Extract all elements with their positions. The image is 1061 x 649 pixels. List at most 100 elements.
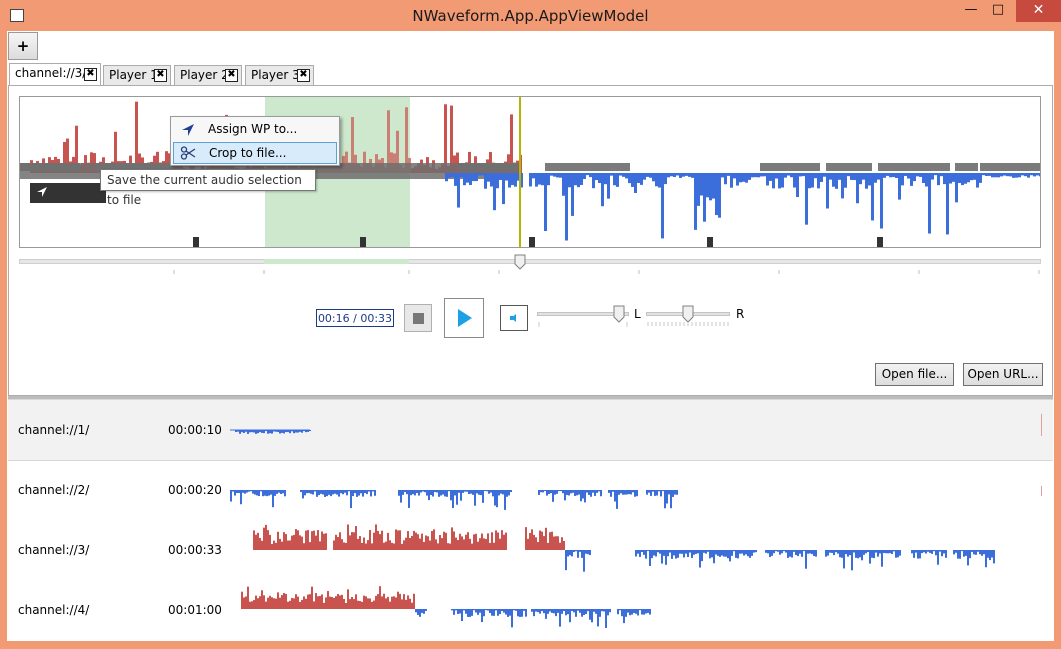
mini-wave-bar [893,550,895,552]
mini-wave-bar [443,531,445,550]
waveform-bar [469,173,472,185]
channel-name[interactable]: channel://4/ [18,603,89,617]
waveform-bar [775,173,778,179]
waveform-bar [970,173,973,181]
mini-wave-bar [237,430,239,432]
add-button[interactable]: + [8,32,38,60]
mini-wave-bar [301,599,303,609]
mini-wave-bar [636,490,638,497]
play-button[interactable] [444,298,484,338]
mini-wave-bar [480,490,482,496]
mini-wave-bar [310,490,312,494]
waveform-bar [898,173,901,200]
mini-wave-bar [923,550,925,553]
waveform-bar [463,173,466,186]
mini-wave-bar [911,550,913,554]
mini-wave-bar [588,490,590,495]
mini-wave-bar [395,597,397,609]
mini-wave-bar [419,609,421,617]
tab-close-icon[interactable]: ✖ [84,68,97,81]
mini-wave-bar [501,609,503,612]
waveform-bar [733,173,736,179]
mute-button[interactable] [500,305,528,331]
maximize-icon[interactable]: □ [983,0,1013,22]
mini-wave-bar [279,538,281,550]
minimize-icon[interactable]: — [956,0,986,22]
mini-wave-bar [717,550,719,556]
mini-wave-bar [477,541,479,550]
mini-wave-bar [269,534,271,550]
mini-wave-bar [313,530,315,550]
selection-range[interactable] [264,259,409,264]
waveform-bar [667,173,670,178]
position-thumb[interactable] [514,254,526,270]
tab-close-icon[interactable]: ✖ [297,69,310,82]
tab-close-icon[interactable]: ✖ [225,69,238,82]
mini-wave-bar [251,430,253,433]
mini-wave-bar [519,609,521,617]
mini-wave-bar [469,538,471,550]
navigation-arrow-icon [182,124,194,136]
channel-waveform-thumbnails[interactable] [225,405,1040,641]
channel-name[interactable]: channel://2/ [18,483,89,497]
mini-wave-bar [265,601,267,609]
tab-close-icon[interactable]: ✖ [154,69,167,82]
waveform-bar [448,173,451,178]
stop-button[interactable] [404,304,432,332]
tab-channel-3[interactable]: channel://3/ ✖ [9,63,101,86]
mini-wave-bar [277,430,279,432]
mini-wave-bar [273,540,275,550]
volume-thumb[interactable] [613,305,625,323]
menu-item-assign-wp[interactable]: Assign WP to... [173,119,337,141]
mini-wave-bar [401,599,403,609]
open-url-button[interactable]: Open URL... [963,363,1043,386]
mini-wave-bar [705,550,707,554]
mini-wave-bar [425,535,427,550]
mini-wave-bar [248,490,250,492]
tab-label: Player 1 [109,68,158,82]
mini-wave-bar [540,490,542,493]
mini-wave-bar [340,490,342,494]
close-icon[interactable]: ✕ [1016,0,1061,22]
channel-name[interactable]: channel://1/ [18,423,89,437]
mini-wave-bar [619,609,621,611]
mini-wave-bar [603,609,605,612]
mini-wave-bar [646,490,648,495]
mini-wave-bar [683,550,685,558]
mini-wave-bar [727,550,729,559]
waveform-bar [907,173,910,179]
waypoint-marker[interactable]: Waypoint [30,183,106,220]
mini-wave-bar [323,602,325,609]
waveform-bar [934,173,937,176]
menu-item-crop-to-file[interactable]: Crop to file... [173,142,337,164]
balance-thumb[interactable] [682,305,694,323]
waveform-bar [850,173,853,180]
mini-wave-bar [929,550,931,553]
open-file-button[interactable]: Open file... [875,363,954,386]
mini-wave-bar [407,531,409,550]
mini-wave-bar [476,490,478,494]
position-track[interactable] [19,259,1041,264]
tab-player-1[interactable]: Player 1 ✖ [103,65,171,85]
mini-wave-bar [293,430,295,434]
tab-player-2[interactable]: Player 2 ✖ [174,65,242,85]
mini-wave-bar [474,490,476,506]
waveform-bar [805,173,808,225]
mini-wave-bar [807,550,809,554]
mini-wave-bar [658,490,660,492]
mini-wave-bar [267,530,269,550]
mini-wave-bar [660,490,662,497]
mini-wave-bar [649,550,651,566]
waveform-bar [1021,173,1024,176]
mini-wave-bar [401,543,403,550]
mini-wave-bar [253,600,255,609]
channel-name[interactable]: channel://3/ [18,543,89,557]
mini-wave-bar [305,430,307,433]
mini-wave-bar [408,490,410,508]
waveform-bar [973,173,976,180]
tab-player-3[interactable]: Player 3 ✖ [245,65,314,85]
mini-wave-bar [582,490,584,499]
menu-item-label: Crop to file... [209,146,287,160]
mini-wave-bar [654,490,656,496]
mini-wave-bar [341,594,343,609]
